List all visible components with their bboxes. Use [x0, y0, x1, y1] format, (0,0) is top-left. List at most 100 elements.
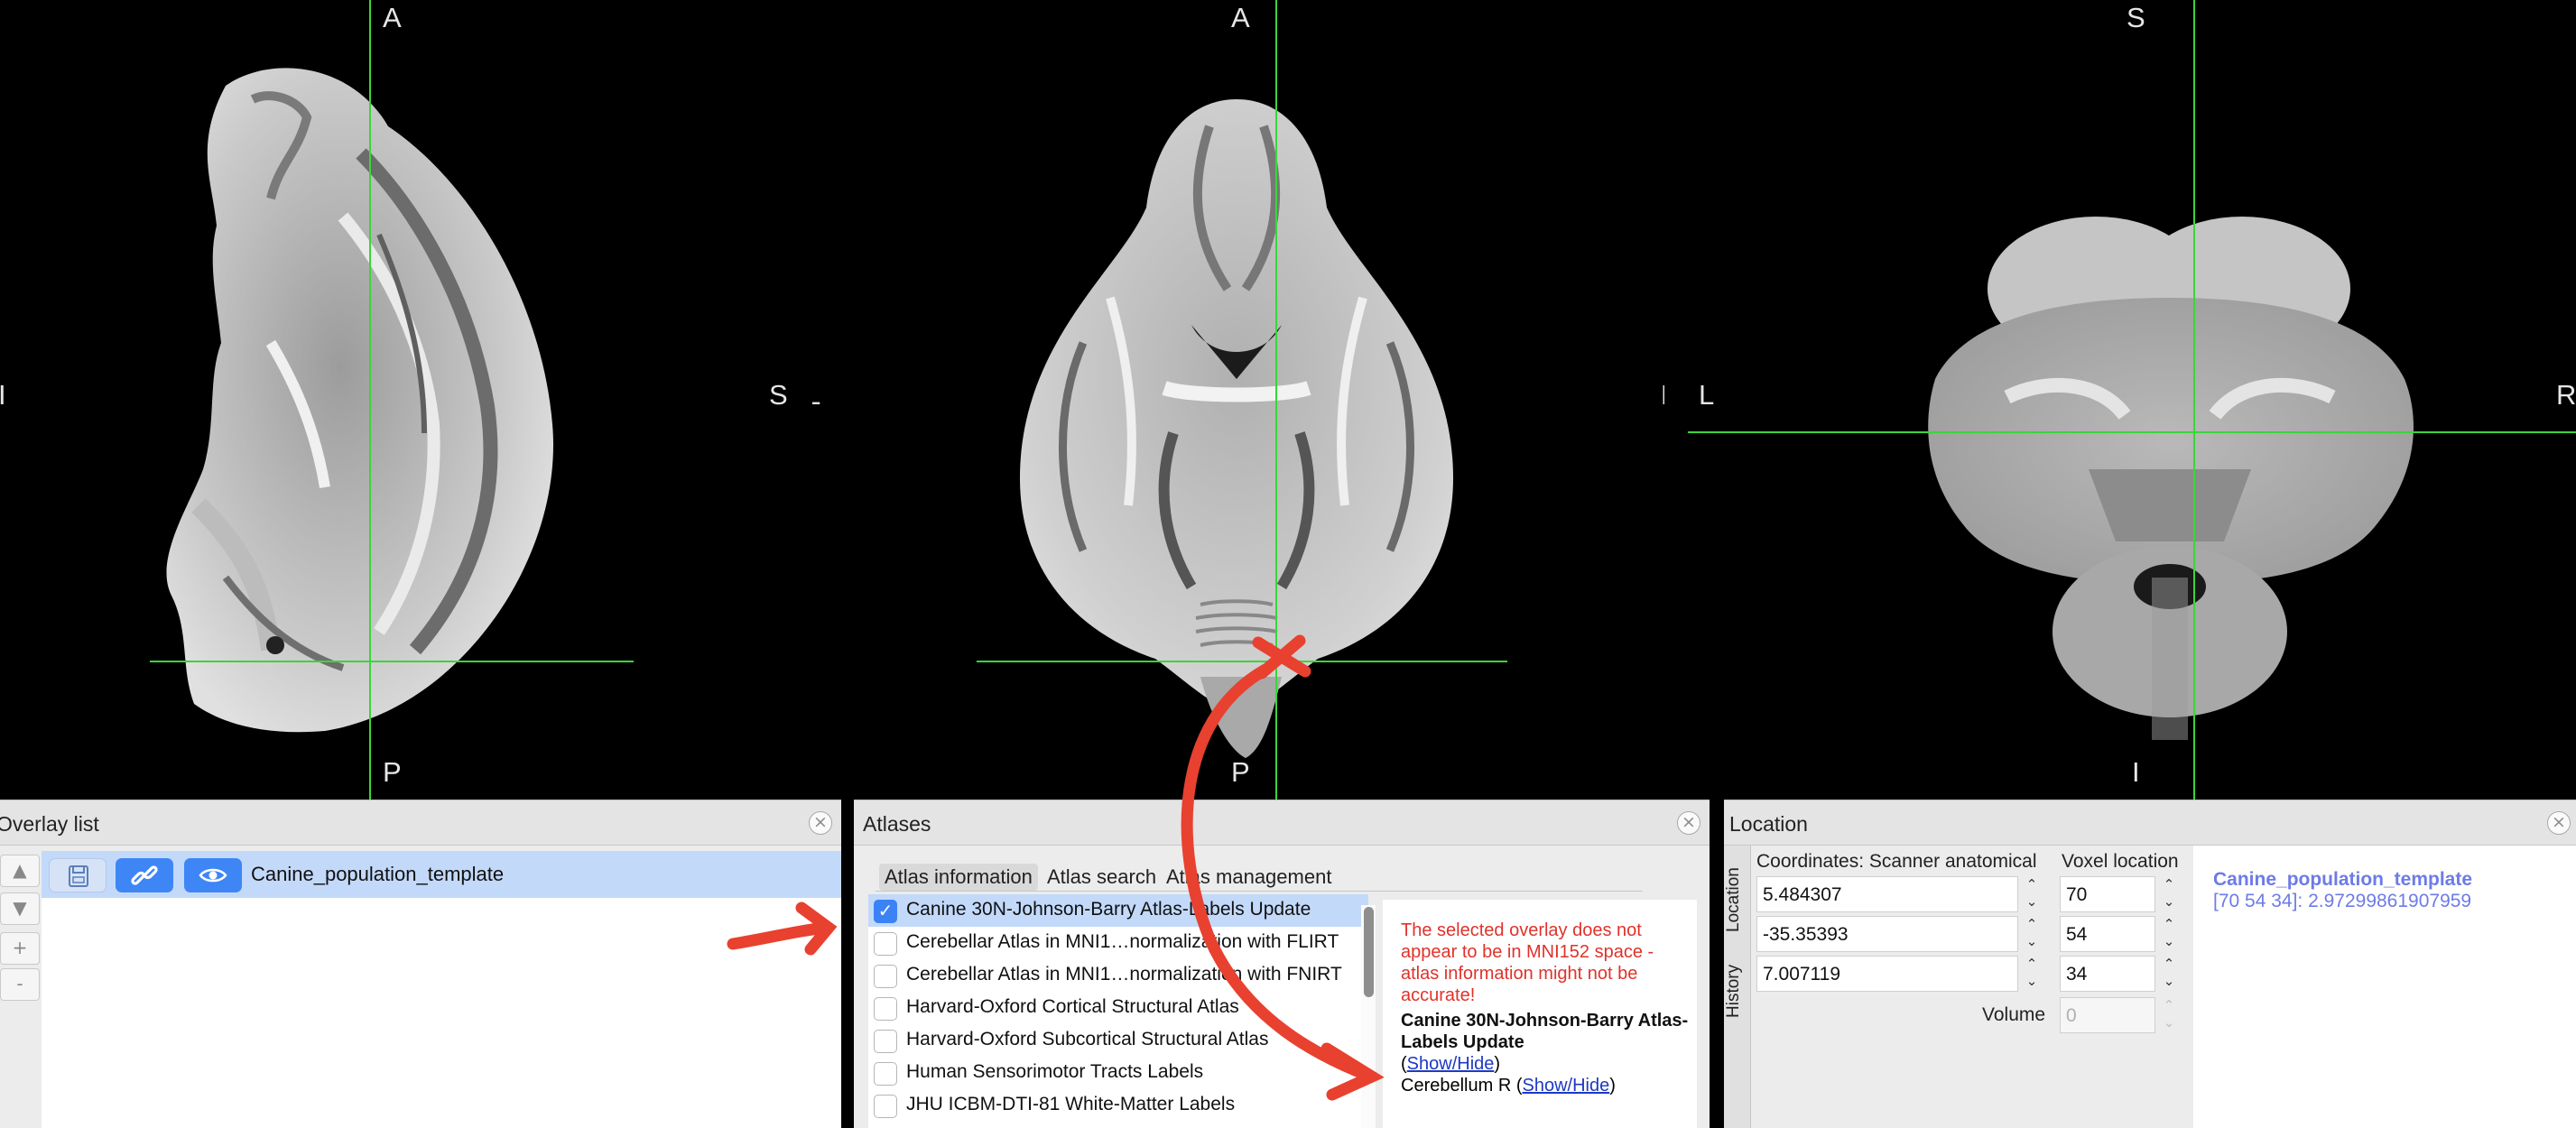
atlas-checkbox[interactable]	[874, 932, 897, 956]
atlas-row[interactable]: ✓ Canine 30N-Johnson-Barry Atlas-Labels …	[868, 894, 1368, 927]
axial-view[interactable]: A P L R	[812, 0, 1664, 800]
spin-arrows-icon[interactable]: ⌃ ⌄	[2022, 956, 2042, 992]
atlases-header: Atlases ×	[854, 800, 1710, 846]
axial-crosshair-horizontal	[977, 661, 1507, 662]
coordinate-y-field[interactable]: -35.35393	[1756, 916, 2018, 952]
atlas-label: Cerebellar Atlas in MNI1…normalization w…	[906, 931, 1339, 952]
atlas-row[interactable]: Harvard-Oxford Cortical Structural Atlas	[868, 992, 1368, 1024]
atlas-checkbox[interactable]	[874, 1062, 897, 1086]
sagittal-brain-image	[166, 68, 554, 733]
location-panel: Location × Location History Coordinates:…	[1724, 800, 2576, 1128]
voxel-y-field[interactable]: 54	[2060, 916, 2155, 952]
tab-history[interactable]: History	[1724, 950, 1751, 1031]
paren-open: (	[1401, 1054, 1407, 1074]
atlas-row[interactable]: Cerebellar Atlas in MNI1…normalization w…	[868, 927, 1368, 959]
voxel-z-field[interactable]: 34	[2060, 956, 2155, 992]
atlas-label: Canine 30N-Johnson-Barry Atlas-Labels Up…	[906, 899, 1311, 920]
atlas-info-box: The selected overlay does not appear to …	[1383, 900, 1697, 1128]
move-down-button[interactable]: ▼	[0, 892, 40, 925]
volume-label: Volume	[1982, 1004, 2046, 1025]
sagittal-label-right: S	[769, 379, 788, 411]
link-icon[interactable]	[116, 858, 173, 892]
atlas-show-hide-link[interactable]: Show/Hide	[1407, 1054, 1495, 1074]
overlay-list[interactable]: Canine_population_template	[42, 851, 841, 1128]
overlay-list-title: Overlay list	[0, 812, 99, 836]
spin-arrows-icon[interactable]: ⌃ ⌄	[2159, 997, 2179, 1033]
eye-icon[interactable]	[184, 858, 242, 892]
atlas-checkbox[interactable]	[874, 997, 897, 1021]
atlas-label: Harvard-Oxford Subcortical Structural At…	[906, 1029, 1269, 1049]
sagittal-label-left: I	[0, 379, 6, 411]
sagittal-crosshair-vertical	[369, 0, 371, 800]
region-line: Cerebellum R (Show/Hide)	[1401, 1075, 1697, 1096]
tab-atlas-information[interactable]: Atlas information	[879, 864, 1038, 891]
sagittal-view[interactable]: A P I S	[0, 0, 812, 800]
volume-field[interactable]: 0	[2060, 997, 2155, 1033]
region-show-hide-link[interactable]: Show/Hide	[1523, 1076, 1610, 1096]
add-overlay-button[interactable]: +	[0, 932, 40, 965]
coordinate-x-field[interactable]: 5.484307	[1756, 876, 2018, 912]
overlay-list-panel: Overlay list × ▲ ▼ + - ▲ Canine_populati…	[0, 800, 841, 1128]
atlases-panel: Atlases × Atlas information Atlas search…	[854, 800, 1710, 1128]
atlas-show-hide-line: (Show/Hide)	[1401, 1053, 1697, 1075]
atlas-row[interactable]: JHU ICBM-DTI-81 White-Matter Labels	[868, 1089, 1368, 1122]
atlas-row[interactable]: Harvard-Oxford Subcortical Structural At…	[868, 1024, 1368, 1057]
coronal-crosshair-horizontal	[1688, 431, 2576, 433]
sagittal-label-bottom: P	[383, 756, 402, 788]
atlas-row[interactable]: Cerebellar Atlas in MNI1…normalization w…	[868, 959, 1368, 992]
ortho-viewer[interactable]: A P I S A P L S I L R	[0, 0, 2576, 800]
coordinate-z-field[interactable]: 7.007119	[1756, 956, 2018, 992]
sagittal-crosshair-horizontal	[150, 661, 634, 662]
mni-warning-text: The selected overlay does not appear to …	[1401, 920, 1654, 1005]
close-icon[interactable]: ×	[2547, 811, 2571, 835]
axial-label-top: A	[1231, 2, 1250, 33]
region-name: Cerebellum R	[1401, 1076, 1512, 1096]
axial-label-left: L	[812, 379, 821, 411]
tab-divider	[876, 891, 1643, 892]
close-icon[interactable]: ×	[809, 811, 832, 835]
paren-close: )	[1494, 1054, 1501, 1074]
overlay-list-header: Overlay list ×	[0, 800, 841, 846]
atlas-checkbox[interactable]	[874, 965, 897, 988]
atlas-label: Cerebellar Atlas in MNI1…normalization w…	[906, 964, 1342, 985]
coronal-view[interactable]: S I L R	[1664, 0, 2576, 800]
spin-arrows-icon[interactable]: ⌃ ⌄	[2159, 876, 2179, 912]
selected-atlas-name: Canine 30N-Johnson-Barry Atlas-Labels Up…	[1401, 1011, 1689, 1052]
atlas-label: Human Sensorimotor Tracts Labels	[906, 1061, 1204, 1082]
spin-arrows-icon[interactable]: ⌃ ⌄	[2159, 956, 2179, 992]
spin-arrows-icon[interactable]: ⌃ ⌄	[2022, 916, 2042, 952]
overlay-item-name: Canine_population_template	[251, 863, 505, 885]
atlas-row[interactable]: Human Sensorimotor Tracts Labels	[868, 1057, 1368, 1089]
location-vertical-tabs: Location History	[1724, 846, 1751, 1128]
location-title: Location	[1729, 812, 1808, 836]
voxel-x-field[interactable]: 70	[2060, 876, 2155, 912]
remove-overlay-button[interactable]: -	[0, 968, 40, 1001]
paren-open: (	[1515, 1076, 1523, 1096]
coronal-label-left: L	[1699, 379, 1715, 411]
save-icon[interactable]	[49, 858, 107, 892]
atlas-list-scroll-thumb[interactable]	[1364, 907, 1374, 997]
sagittal-label-top: A	[383, 2, 402, 33]
atlas-checkbox[interactable]	[874, 1095, 897, 1118]
atlas-checkbox[interactable]	[874, 1030, 897, 1053]
atlas-label: Harvard-Oxford Cortical Structural Atlas	[906, 996, 1239, 1017]
tab-location[interactable]: Location	[1724, 856, 1751, 943]
spin-arrows-icon[interactable]: ⌃ ⌄	[2022, 876, 2042, 912]
move-up-button[interactable]: ▲	[0, 855, 40, 887]
location-overlay-name: Canine_population_template	[2213, 869, 2473, 890]
atlas-list[interactable]: ✓ Canine 30N-Johnson-Barry Atlas-Labels …	[868, 894, 1368, 1128]
coordinates-header: Coordinates: Scanner anatomical	[1756, 851, 2037, 872]
axial-label-bottom: P	[1231, 756, 1250, 788]
location-header: Location ×	[1724, 800, 2576, 846]
axial-brain-image	[1020, 99, 1453, 758]
tab-atlas-management[interactable]: Atlas management	[1161, 864, 1337, 891]
paren-close: )	[1609, 1076, 1616, 1096]
coronal-label-right: R	[2556, 379, 2576, 411]
spin-arrows-icon[interactable]: ⌃ ⌄	[2159, 916, 2179, 952]
atlases-title: Atlases	[863, 812, 931, 836]
coronal-brain-image	[1928, 217, 2414, 740]
close-icon[interactable]: ×	[1677, 811, 1700, 835]
overlay-item[interactable]: Canine_population_template	[42, 851, 841, 898]
tab-atlas-search[interactable]: Atlas search	[1042, 864, 1162, 891]
checkbox-check-icon[interactable]: ✓	[874, 900, 897, 923]
